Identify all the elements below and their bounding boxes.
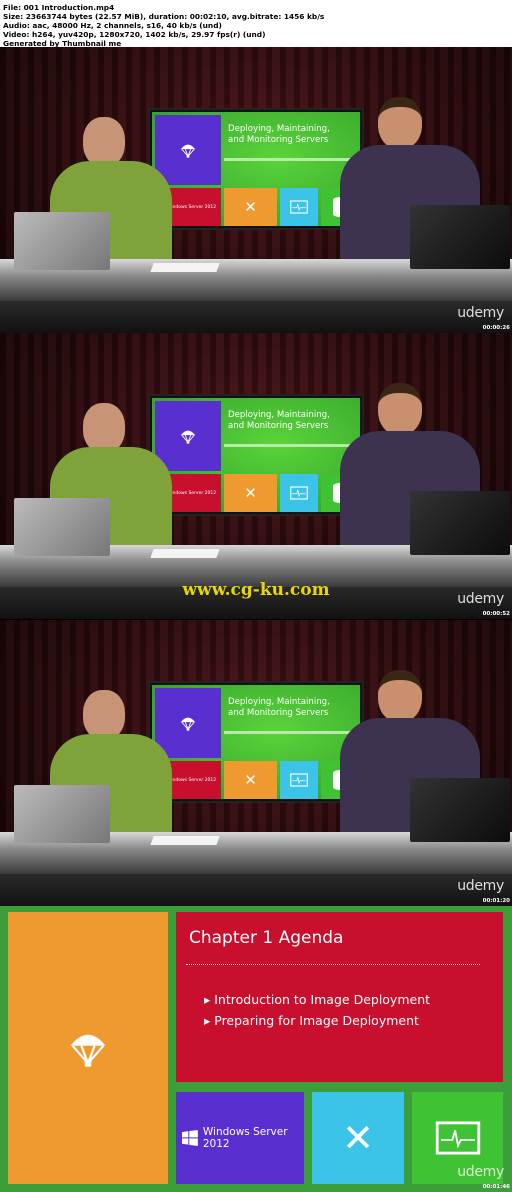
agenda-title: Chapter 1 Agenda <box>189 928 344 948</box>
video-frame-2: Deploying, Maintaining, and Monitoring Se… <box>0 333 512 619</box>
slide-title-line: Deploying, Maintaining, <box>228 124 330 134</box>
heart-monitor-icon <box>280 188 318 226</box>
heart-monitor-icon <box>280 474 318 512</box>
paper <box>150 549 220 558</box>
udemy-logo: udemy <box>457 1164 504 1180</box>
timestamp: 00:01:46 <box>482 1184 510 1190</box>
file-info-header: File: 001 Introduction.mp4 Size: 2366374… <box>0 0 512 48</box>
tools-icon: ✕ <box>342 1116 374 1160</box>
desk-base <box>0 874 512 906</box>
agenda-item: ▸ Introduction to Image Deployment <box>204 992 431 1007</box>
udemy-logo: udemy <box>457 305 504 321</box>
udemy-logo: udemy <box>457 878 504 894</box>
slide-title: Deploying, Maintaining, and Monitoring Se… <box>228 410 330 432</box>
file-line: File: 001 Introduction.mp4 <box>3 3 115 12</box>
watermark: www.cg-ku.com <box>182 580 330 600</box>
teal-tile: ✕ <box>312 1092 404 1184</box>
tools-icon: ✕ <box>224 188 277 226</box>
parachute-icon <box>180 430 196 444</box>
laptop-right <box>410 491 510 555</box>
timestamp: 00:00:26 <box>482 325 510 331</box>
video-frame-1: Deploying, Maintaining, and Monitoring Se… <box>0 47 512 333</box>
tools-icon: ✕ <box>224 474 277 512</box>
slide-title: Deploying, Maintaining, and Monitoring Se… <box>228 124 330 146</box>
heart-monitor-icon <box>280 761 318 799</box>
agenda-tile: Chapter 1 Agenda ▸ Introduction to Image… <box>176 912 503 1082</box>
parachute-icon <box>180 717 196 731</box>
windows-label: Windows Server 2012 <box>166 490 217 496</box>
tools-icon: ✕ <box>224 761 277 799</box>
windows-logo-icon <box>182 1130 198 1146</box>
windows-label: Windows Server 2012 <box>202 1126 288 1150</box>
laptop-left <box>14 212 110 270</box>
slide-title-line: Deploying, Maintaining, <box>228 697 330 707</box>
desk-base <box>0 301 512 333</box>
slide-title-line: Deploying, Maintaining, <box>228 410 330 420</box>
size-line: Size: 23663744 bytes (22.57 MiB), durati… <box>3 12 325 21</box>
video-frame-4: Chapter 1 Agenda ▸ Introduction to Image… <box>0 906 512 1192</box>
windows-label: Windows Server 2012 <box>166 777 217 783</box>
slide-title-line: and Monitoring Servers <box>228 708 329 718</box>
agenda-item-text: Introduction to Image Deployment <box>214 992 431 1007</box>
slide: Deploying, Maintaining, and Monitoring Se… <box>152 398 360 512</box>
slide-title-line: and Monitoring Servers <box>228 135 329 145</box>
laptop-right <box>410 205 510 269</box>
audio-line: Audio: aac, 48000 Hz, 2 channels, s16, 4… <box>3 21 222 30</box>
parachute-icon <box>180 144 196 158</box>
laptop-left <box>14 498 110 556</box>
slide-title-line: and Monitoring Servers <box>228 421 329 431</box>
laptop-left <box>14 785 110 843</box>
agenda-item: ▸ Preparing for Image Deployment <box>204 1013 419 1028</box>
parachute-icon <box>70 1034 106 1067</box>
video-line: Video: h264, yuv420p, 1280x720, 1402 kb/… <box>3 30 266 39</box>
agenda-item-text: Preparing for Image Deployment <box>214 1013 419 1028</box>
orange-tile <box>8 912 168 1184</box>
display-screen: Deploying, Maintaining, and Monitoring Se… <box>148 108 364 230</box>
timestamp: 00:00:52 <box>482 611 510 617</box>
paper <box>150 836 220 845</box>
windows-label: Windows Server 2012 <box>166 204 217 210</box>
slide: Deploying, Maintaining, and Monitoring Se… <box>152 685 360 799</box>
slide: Deploying, Maintaining, and Monitoring Se… <box>152 112 360 226</box>
paper <box>150 263 220 272</box>
slide-title: Deploying, Maintaining, and Monitoring Se… <box>228 697 330 719</box>
display-screen: Deploying, Maintaining, and Monitoring Se… <box>148 681 364 803</box>
timestamp: 00:01:20 <box>482 898 510 904</box>
laptop-right <box>410 778 510 842</box>
heart-monitor-icon <box>435 1121 480 1155</box>
video-frame-3: Deploying, Maintaining, and Monitoring Se… <box>0 620 512 906</box>
windows-tile: Windows Server 2012 <box>176 1092 304 1184</box>
divider <box>186 964 480 965</box>
display-screen: Deploying, Maintaining, and Monitoring Se… <box>148 394 364 516</box>
